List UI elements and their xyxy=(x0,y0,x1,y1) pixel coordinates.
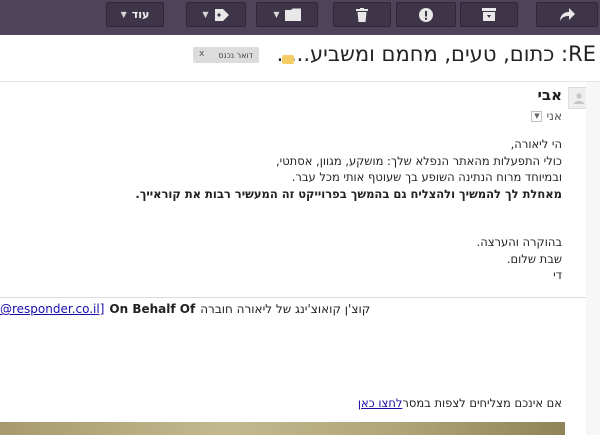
recipient-row: אני ▼ xyxy=(531,108,562,124)
recipient-label: אני xyxy=(546,109,562,123)
report-spam-button[interactable] xyxy=(396,2,456,27)
quoted-divider xyxy=(0,297,600,298)
chevron-down-icon: ▼ xyxy=(202,10,209,19)
email-subject: RE: כתום, טעים, מחמם ומשביע..... xyxy=(276,42,596,66)
body-line: ובמיוחד מרוח הנתינה השופע בך שעוטף אותי … xyxy=(291,170,562,184)
quoted-sender: קוצ'ן קואוצ'ינג של ליאורה חוברה xyxy=(200,302,371,316)
view-online-text: אם אינכם מצליחים לצפות במסר xyxy=(402,396,562,410)
view-online-line: אם אינכם מצליחים לצפות במסרלחצו כאן xyxy=(358,396,562,410)
more-label: עוד xyxy=(131,8,150,21)
person-icon xyxy=(574,93,584,104)
trash-icon xyxy=(356,7,368,22)
sender-email-link[interactable]: @responder.co.il] xyxy=(0,302,104,316)
alert-icon xyxy=(419,7,433,22)
show-details-dropdown[interactable]: ▼ xyxy=(531,110,543,122)
closing-line: שבת שלום. xyxy=(506,251,562,266)
newsletter-banner-image xyxy=(0,422,565,435)
divider xyxy=(0,81,600,82)
body-line: הי ליאורה, xyxy=(510,137,562,151)
chevron-down-icon: ▼ xyxy=(120,10,127,19)
delete-button[interactable] xyxy=(333,2,391,27)
body-line: כולי התפעלות מהאתר הנפלא שלך: מושקע, מגו… xyxy=(275,153,562,168)
label-chip-text: דואר נכנס xyxy=(218,50,253,60)
top-toolbar: ▼ עוד ▼ ▼ xyxy=(0,0,600,35)
message-body: הי ליאורה, כולי התפעלות מהאתר הנפלא שלך:… xyxy=(42,136,562,284)
quoted-header: @responder.co.il] On Behalf Of קוצ'ן קוא… xyxy=(0,302,370,320)
click-here-link[interactable]: לחצו כאן xyxy=(358,396,403,410)
more-button[interactable]: ▼ עוד xyxy=(106,2,164,27)
remove-label-button[interactable]: x xyxy=(199,49,204,59)
reply-button[interactable] xyxy=(536,2,598,27)
closing-line: בהוקרה והערצה. xyxy=(476,235,562,249)
inbox-label-chip[interactable]: x דואר נכנס xyxy=(193,47,259,63)
archive-icon xyxy=(482,8,496,21)
reply-icon xyxy=(559,8,575,21)
archive-button[interactable] xyxy=(460,2,518,27)
signature: די xyxy=(553,268,562,282)
scrollbar-track[interactable] xyxy=(586,82,600,435)
sender-name[interactable]: אבי xyxy=(538,86,563,104)
label-tag-icon xyxy=(214,8,230,22)
subject-row: RE: כתום, טעים, מחמם ומשביע..... x דואר … xyxy=(0,38,600,82)
chevron-down-icon: ▼ xyxy=(534,112,540,120)
folder-icon xyxy=(284,8,301,21)
labels-button[interactable]: ▼ xyxy=(186,2,246,27)
body-line: מאחלת לך להמשיך ולהצליח גם בהמשך בפרוייק… xyxy=(135,186,562,201)
chevron-down-icon: ▼ xyxy=(273,10,280,19)
on-behalf-label: On Behalf Of xyxy=(109,302,196,316)
move-to-button[interactable]: ▼ xyxy=(256,2,318,27)
importance-marker-icon[interactable] xyxy=(282,55,294,64)
